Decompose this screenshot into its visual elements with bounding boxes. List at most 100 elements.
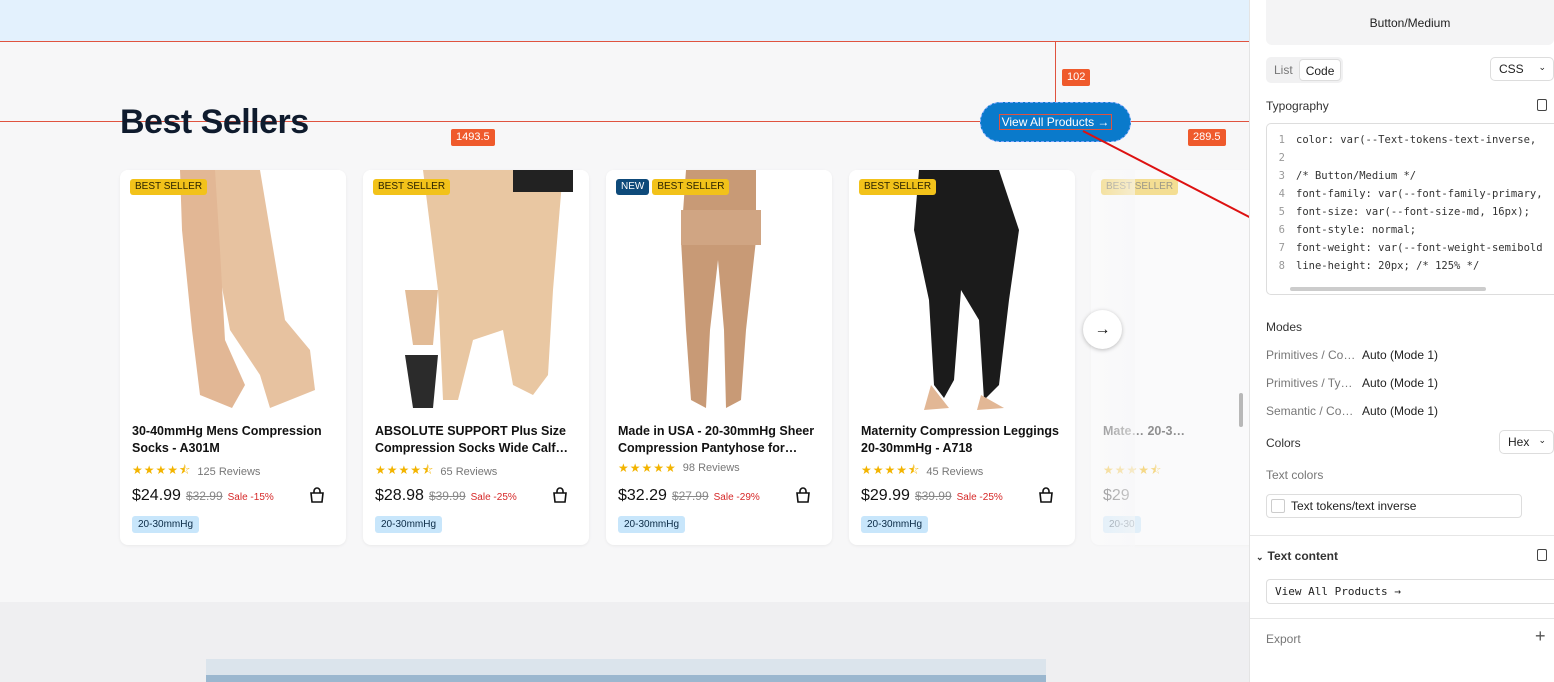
compression-tag: 20-30mmHg — [132, 516, 200, 533]
review-count[interactable]: 45 Reviews — [926, 466, 983, 478]
sale-badge: Sale -29% — [713, 492, 760, 503]
code-scrollbar[interactable] — [1290, 287, 1486, 291]
code-line-number: 3 — [1278, 170, 1285, 182]
product-card[interactable]: BEST SELLER 30-40mmHg Mens Compression S… — [120, 170, 346, 545]
sale-badge: Sale -15% — [227, 492, 274, 503]
tab-code[interactable]: Code — [1298, 59, 1342, 81]
text-colors-label: Text colors — [1266, 468, 1324, 482]
product-image[interactable] — [363, 170, 589, 410]
badge-best-seller: BEST SELLER — [373, 179, 451, 195]
view-toggle[interactable]: List Code — [1266, 57, 1344, 83]
product-card[interactable]: BEST SELLER Maternity Compression Leggin… — [849, 170, 1075, 545]
text-color-token-label: Text tokens/text inverse — [1291, 499, 1417, 513]
star-rating-icon: ★★★★⯪ — [861, 463, 921, 477]
code-line-number: 6 — [1278, 224, 1285, 236]
product-name[interactable]: ABSOLUTE SUPPORT Plus Size Compression S… — [375, 423, 580, 457]
mode-row: Primitives / Typ… Auto (Mode 1) — [1266, 376, 1438, 390]
shopping-bag-icon[interactable] — [794, 486, 812, 504]
mode-key: Semantic / Colors — [1266, 404, 1356, 418]
divider — [1250, 535, 1554, 536]
shopping-bag-icon[interactable] — [551, 486, 569, 504]
text-content-label: Text content — [1267, 549, 1338, 563]
measure-right: 289.5 — [1188, 129, 1226, 146]
review-count[interactable]: 125 Reviews — [197, 466, 260, 478]
plus-icon[interactable]: + — [1535, 626, 1546, 647]
current-price: $28.98 — [375, 487, 424, 504]
badge-group: BEST SELLER — [859, 179, 937, 195]
mode-key: Primitives / Typ… — [1266, 376, 1356, 390]
sale-badge: Sale -25% — [956, 492, 1003, 503]
code-block[interactable]: 1 color: var(--Text-tokens-text-inverse, 2… — [1266, 123, 1554, 295]
copy-icon[interactable] — [1537, 99, 1547, 111]
mode-value[interactable]: Auto (Mode 1) — [1362, 348, 1438, 362]
chevron-down-icon: ⌄ — [1256, 552, 1264, 562]
code-line: font-weight: var(--font-weight-semibold — [1296, 242, 1543, 254]
badge-group: BEST SELLER — [130, 179, 208, 195]
typography-label: Typography — [1266, 99, 1329, 113]
price-row: $28.98 $39.99 Sale -25% — [375, 487, 517, 505]
product-rating: ★★★★⯪ 65 Reviews — [375, 461, 497, 482]
star-rating-icon: ★★★★★ — [618, 461, 677, 475]
carousel-next-button[interactable]: → — [1083, 310, 1122, 349]
product-name[interactable]: Maternity Compression Leggings 20-30mmHg… — [861, 423, 1066, 457]
code-line: /* Button/Medium */ — [1296, 170, 1417, 182]
mode-value[interactable]: Auto (Mode 1) — [1362, 404, 1438, 418]
shopping-bag-icon[interactable] — [1037, 486, 1055, 504]
product-image[interactable] — [849, 170, 1075, 410]
compression-tag: 20-30mmHg — [861, 516, 929, 533]
copy-icon[interactable] — [1537, 549, 1547, 561]
product-card[interactable]: NEW BEST SELLER Made in USA - 20-30mmHg S… — [606, 170, 832, 545]
guide-line-vertical — [1055, 42, 1056, 102]
export-label: Export — [1266, 632, 1301, 646]
product-rating: ★★★★⯪ 125 Reviews — [132, 461, 260, 482]
top-band — [0, 0, 1249, 42]
mode-row: Semantic / Colors Auto (Mode 1) — [1266, 404, 1438, 418]
badge-group: BEST SELLER — [373, 179, 451, 195]
original-price: $27.99 — [671, 489, 709, 503]
color-format-select[interactable]: Hex ⌄ — [1499, 430, 1554, 454]
review-count[interactable]: 65 Reviews — [440, 466, 497, 478]
colors-label: Colors — [1266, 436, 1301, 450]
product-image[interactable] — [120, 170, 346, 410]
product-name[interactable]: 30-40mmHg Mens Compression Socks - A301M — [132, 423, 337, 457]
text-color-token[interactable]: Text tokens/text inverse — [1266, 494, 1522, 518]
review-count[interactable]: 98 Reviews — [683, 462, 740, 474]
view-all-products-button[interactable]: View All Products → — [980, 102, 1131, 142]
text-content-header[interactable]: ⌄ Text content — [1256, 549, 1338, 563]
original-price: $32.99 — [185, 489, 223, 503]
divider — [1250, 618, 1554, 619]
product-rating: ★★★★⯪ 45 Reviews — [861, 461, 983, 482]
compression-tag: 20-30mmHg — [618, 516, 686, 533]
code-line: line-height: 20px; /* 125% */ — [1296, 260, 1480, 272]
view-all-label: View All Products → — [998, 114, 1113, 130]
code-line-number: 5 — [1278, 206, 1285, 218]
shopping-bag-icon[interactable] — [308, 486, 326, 504]
section-title: Best Sellers — [120, 103, 309, 141]
product-image[interactable] — [606, 170, 832, 410]
code-line-number: 4 — [1278, 188, 1285, 200]
badge-best-seller: BEST SELLER — [652, 179, 730, 195]
original-price: $39.99 — [428, 489, 466, 503]
code-line: font-style: normal; — [1296, 224, 1417, 236]
color-format-value: Hex — [1508, 435, 1530, 449]
component-name: Button/Medium — [1266, 0, 1554, 45]
text-content-value[interactable]: View All Products → — [1266, 579, 1554, 604]
star-rating-icon: ★★★★⯪ — [375, 463, 435, 477]
price-row: $32.29 $27.99 Sale -29% — [618, 487, 760, 505]
mode-value[interactable]: Auto (Mode 1) — [1362, 376, 1438, 390]
star-rating-icon: ★★★★⯪ — [132, 463, 192, 477]
badge-new: NEW — [616, 179, 650, 195]
tab-list[interactable]: List — [1268, 59, 1299, 81]
carousel-fade — [1090, 170, 1135, 550]
code-line-number: 2 — [1278, 152, 1285, 164]
product-name[interactable]: Made in USA - 20-30mmHg Sheer Compressio… — [618, 423, 823, 457]
code-line-number: 1 — [1278, 134, 1285, 146]
language-select[interactable]: CSS ⌄ — [1490, 57, 1554, 81]
product-card[interactable]: BEST SELLER ABSOLUTE SUPPORT Plus Size C… — [363, 170, 589, 545]
canvas-scrollbar[interactable] — [1239, 393, 1243, 427]
compression-tag: 20-30mmHg — [375, 516, 443, 533]
measure-top: 102 — [1062, 69, 1091, 86]
design-canvas[interactable]: 102 1493.5 289.5 Best Sellers View All P… — [0, 0, 1249, 682]
modes-label: Modes — [1266, 320, 1303, 334]
banner-image-top — [206, 659, 1046, 675]
